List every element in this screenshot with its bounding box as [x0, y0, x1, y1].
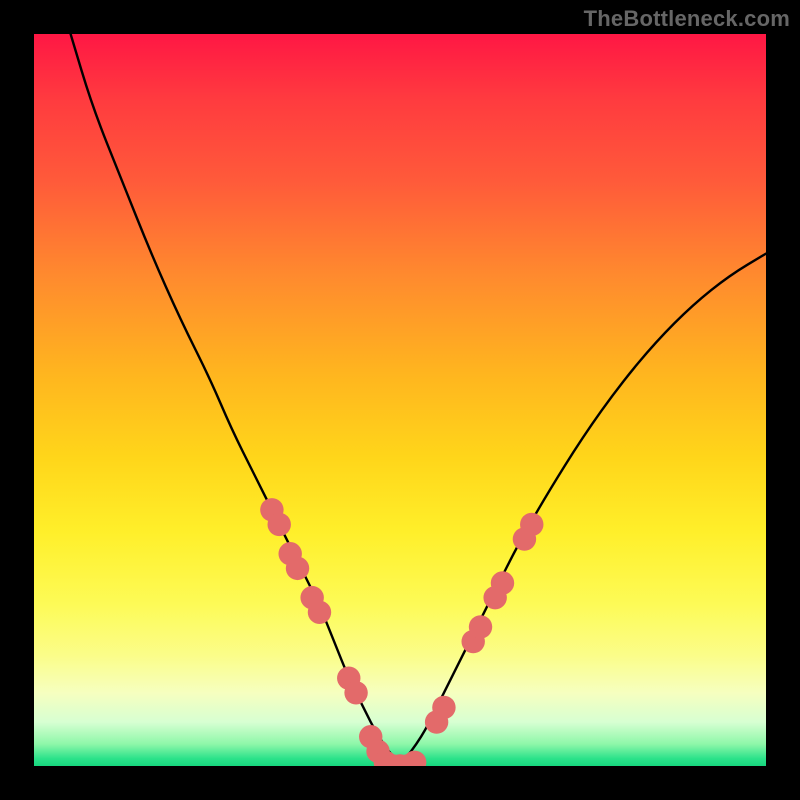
marker-dot: [344, 681, 367, 704]
marker-dot: [403, 751, 426, 766]
plot-area: [34, 34, 766, 766]
marker-dot: [491, 571, 514, 594]
marker-dot: [286, 557, 309, 580]
marker-dot: [432, 696, 455, 719]
marker-dot: [308, 601, 331, 624]
marker-dot: [268, 513, 291, 536]
watermark-text: TheBottleneck.com: [584, 6, 790, 32]
marker-dot: [469, 615, 492, 638]
curve-layer: [34, 34, 766, 766]
marker-dot: [520, 513, 543, 536]
chart-frame: TheBottleneck.com: [0, 0, 800, 800]
curve-markers: [260, 498, 543, 766]
v-curve: [71, 34, 766, 759]
